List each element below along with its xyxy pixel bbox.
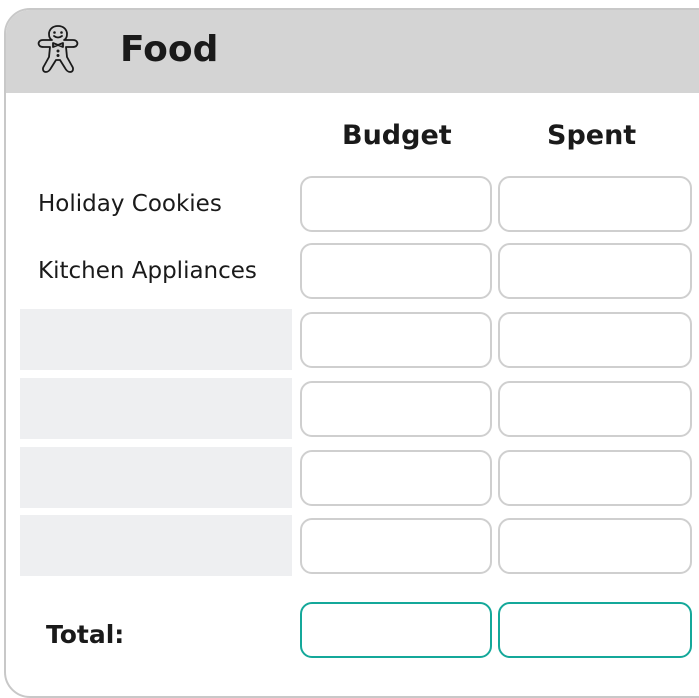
budget-input-row-3[interactable]	[300, 312, 492, 368]
food-budget-card: Food Budget Spent Holiday Cookies Kitche…	[4, 8, 699, 698]
total-spent-field[interactable]	[498, 602, 692, 658]
category-input-row-5[interactable]	[20, 447, 292, 508]
total-label: Total:	[46, 620, 125, 649]
spent-input-row-4[interactable]	[498, 381, 692, 437]
category-input-row-6[interactable]	[20, 515, 292, 576]
spent-input-row-2[interactable]	[498, 243, 692, 299]
budget-input-row-6[interactable]	[300, 518, 492, 574]
category-input-row-4[interactable]	[20, 378, 292, 439]
gingerbread-man-icon	[37, 25, 79, 73]
row-label-holiday-cookies: Holiday Cookies	[38, 191, 222, 217]
card-header: Food	[6, 10, 699, 93]
column-header-spent: Spent	[547, 120, 637, 151]
budget-input-row-2[interactable]	[300, 243, 492, 299]
row-label-kitchen-appliances: Kitchen Appliances	[38, 258, 257, 284]
total-budget-field[interactable]	[300, 602, 492, 658]
column-header-budget: Budget	[342, 120, 452, 151]
spent-input-row-6[interactable]	[498, 518, 692, 574]
card-title: Food	[120, 29, 219, 70]
spent-input-row-5[interactable]	[498, 450, 692, 506]
budget-input-row-1[interactable]	[300, 176, 492, 232]
budget-input-row-5[interactable]	[300, 450, 492, 506]
spent-input-row-1[interactable]	[498, 176, 692, 232]
spent-input-row-3[interactable]	[498, 312, 692, 368]
category-input-row-3[interactable]	[20, 309, 292, 370]
budget-input-row-4[interactable]	[300, 381, 492, 437]
